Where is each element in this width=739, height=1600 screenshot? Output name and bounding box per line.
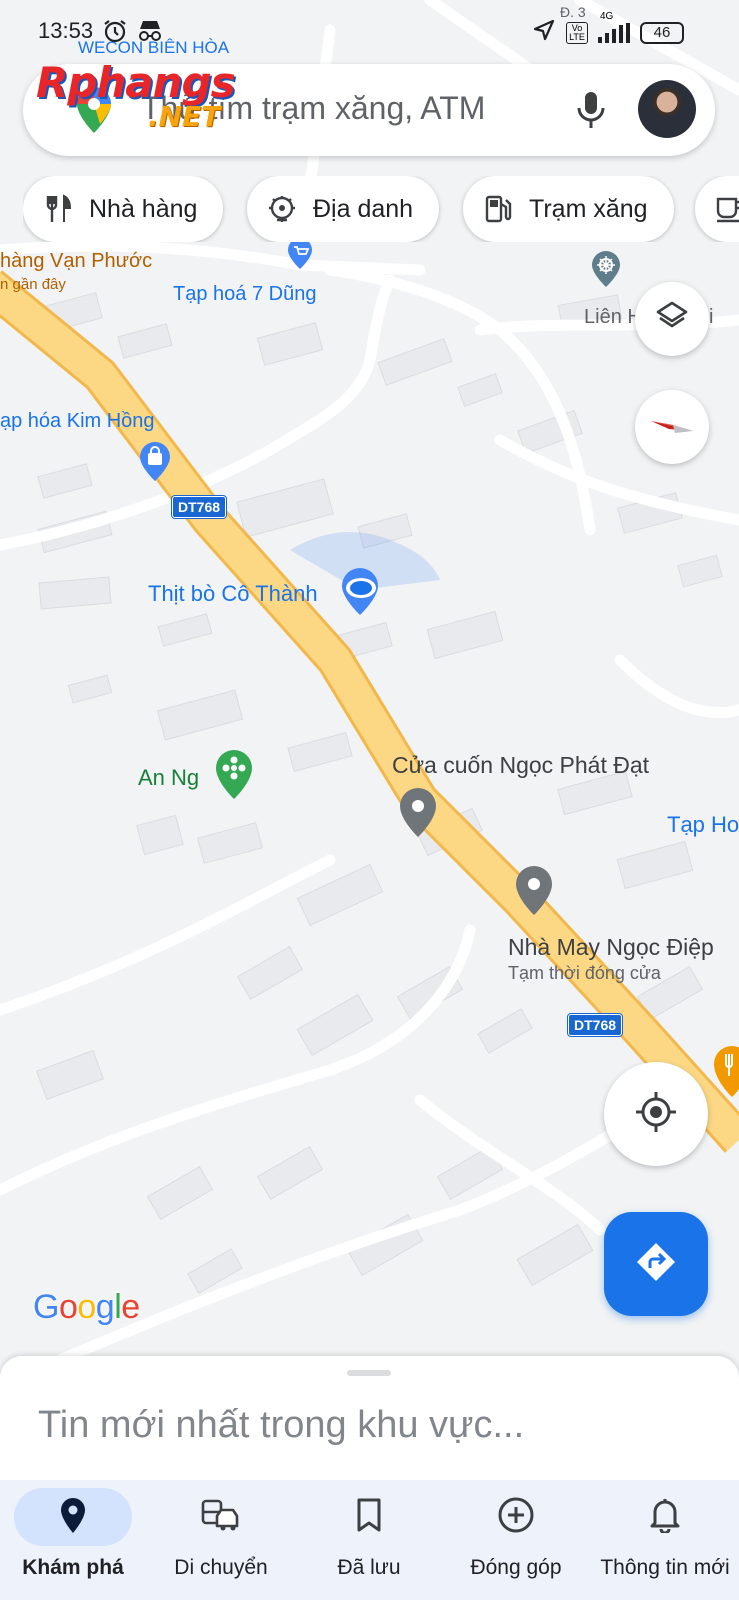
chip-label: Nhà hàng bbox=[89, 194, 198, 223]
shopping-bag-pin-icon[interactable] bbox=[138, 440, 172, 482]
map-label-lien[interactable]: Liên H bbox=[584, 306, 642, 329]
map-label-tap-hoa-7-dung[interactable]: Tạp hoá 7 Dũng bbox=[173, 283, 316, 306]
map-label-cua-cuon[interactable]: Cửa cuốn Ngọc Phát Đạt bbox=[392, 752, 649, 779]
layers-button[interactable] bbox=[635, 282, 709, 356]
nav-label: Di chuyển bbox=[174, 1556, 268, 1579]
place-pin-icon[interactable] bbox=[514, 864, 554, 916]
map-label-van-phuoc-sub: n gần đây bbox=[0, 276, 66, 293]
landmark-pin-icon[interactable] bbox=[590, 250, 622, 288]
watermark-suffix: .NET bbox=[148, 100, 221, 133]
coffee-icon bbox=[713, 192, 739, 226]
directions-icon bbox=[634, 1240, 678, 1289]
add-circle-icon bbox=[497, 1496, 535, 1539]
landmark-icon bbox=[265, 192, 299, 226]
alarm-icon bbox=[102, 18, 128, 50]
current-location-pin-icon[interactable] bbox=[338, 566, 382, 616]
map-label-lien-end: i bbox=[709, 306, 714, 328]
bottom-navigation: Khám phá Di chuyển Đã lưu Đóng góp Thông… bbox=[0, 1480, 739, 1600]
my-location-button[interactable] bbox=[604, 1062, 708, 1166]
incognito-icon bbox=[136, 18, 164, 50]
map-label-nha-may[interactable]: Nhà May Ngọc Điệp bbox=[508, 934, 714, 961]
status-bar: 13:53 Vo LTE 4G 46 bbox=[0, 0, 739, 62]
park-pin-icon[interactable] bbox=[214, 748, 254, 800]
gas-station-icon bbox=[481, 192, 515, 226]
map-label-thit-bo[interactable]: Thịt bò Cô Thành bbox=[148, 581, 318, 607]
battery-indicator: 46 bbox=[640, 21, 684, 44]
map-label-kim-hong[interactable]: ạp hóa Kim Hồng bbox=[0, 410, 155, 433]
location-arrow-icon bbox=[532, 18, 556, 47]
nav-saved[interactable]: Đã lưu bbox=[310, 1480, 428, 1600]
layers-icon bbox=[654, 299, 690, 340]
map-label-van-phuoc[interactable]: hàng Vạn Phước bbox=[0, 250, 152, 273]
category-chips: Nhà hàng Địa danh Trạm xăng bbox=[23, 176, 739, 242]
map-label-nha-may-sub: Tạm thời đóng cửa bbox=[508, 963, 661, 983]
my-location-icon bbox=[634, 1090, 678, 1139]
place-pin-icon[interactable] bbox=[398, 786, 438, 838]
bottom-sheet[interactable]: Tin mới nhất trong khu vực... bbox=[0, 1356, 739, 1480]
chip-gas-stations[interactable]: Trạm xăng bbox=[463, 176, 674, 242]
compass-icon bbox=[649, 413, 695, 442]
chip-label: Địa danh bbox=[313, 194, 414, 223]
nav-label: Đã lưu bbox=[337, 1556, 401, 1579]
restaurant-pin-icon[interactable] bbox=[712, 1042, 739, 1098]
nav-explore[interactable]: Khám phá bbox=[14, 1480, 132, 1600]
compass-button[interactable] bbox=[635, 390, 709, 464]
directions-button[interactable] bbox=[604, 1212, 708, 1316]
network-type: 4G bbox=[600, 10, 614, 22]
restaurant-icon bbox=[41, 192, 75, 226]
nav-label: Thông tin mới bbox=[600, 1556, 730, 1579]
nav-updates[interactable]: Thông tin mới bbox=[596, 1480, 734, 1600]
google-logo: Google bbox=[33, 1288, 140, 1326]
watermark-logo: Rphangs .NET bbox=[36, 58, 266, 138]
status-right: Vo LTE 4G 46 bbox=[532, 11, 684, 47]
route-shield-dt768: DT768 bbox=[568, 1014, 623, 1036]
nav-commute[interactable]: Di chuyển bbox=[162, 1480, 280, 1600]
shopping-cart-pin-icon[interactable] bbox=[286, 238, 314, 270]
status-time: 13:53 bbox=[38, 18, 94, 43]
bookmark-icon bbox=[355, 1498, 383, 1537]
chip-coffee[interactable] bbox=[695, 176, 739, 242]
commute-icon bbox=[201, 1498, 241, 1537]
cell-signal-icon: 4G bbox=[598, 11, 630, 43]
route-shield-dt768: DT768 bbox=[172, 496, 227, 518]
chip-label: Trạm xăng bbox=[529, 194, 648, 223]
chip-landmarks[interactable]: Địa danh bbox=[247, 176, 440, 242]
nav-label: Khám phá bbox=[22, 1556, 124, 1579]
nav-contribute[interactable]: Đóng góp bbox=[457, 1480, 575, 1600]
drag-handle[interactable] bbox=[347, 1370, 391, 1376]
explore-pin-icon bbox=[59, 1496, 87, 1539]
mic-icon[interactable] bbox=[563, 82, 619, 138]
nav-label: Đóng góp bbox=[470, 1556, 562, 1579]
map-label-an-ng[interactable]: An Ng bbox=[138, 765, 199, 791]
map-label-tap-ho[interactable]: Tạp Ho bbox=[667, 812, 739, 838]
sheet-headline: Tin mới nhất trong khu vực... bbox=[38, 1404, 525, 1446]
bell-icon bbox=[649, 1497, 681, 1538]
chip-restaurants[interactable]: Nhà hàng bbox=[23, 176, 224, 242]
user-avatar[interactable] bbox=[638, 80, 696, 138]
volte-icon: Vo LTE bbox=[566, 21, 588, 44]
